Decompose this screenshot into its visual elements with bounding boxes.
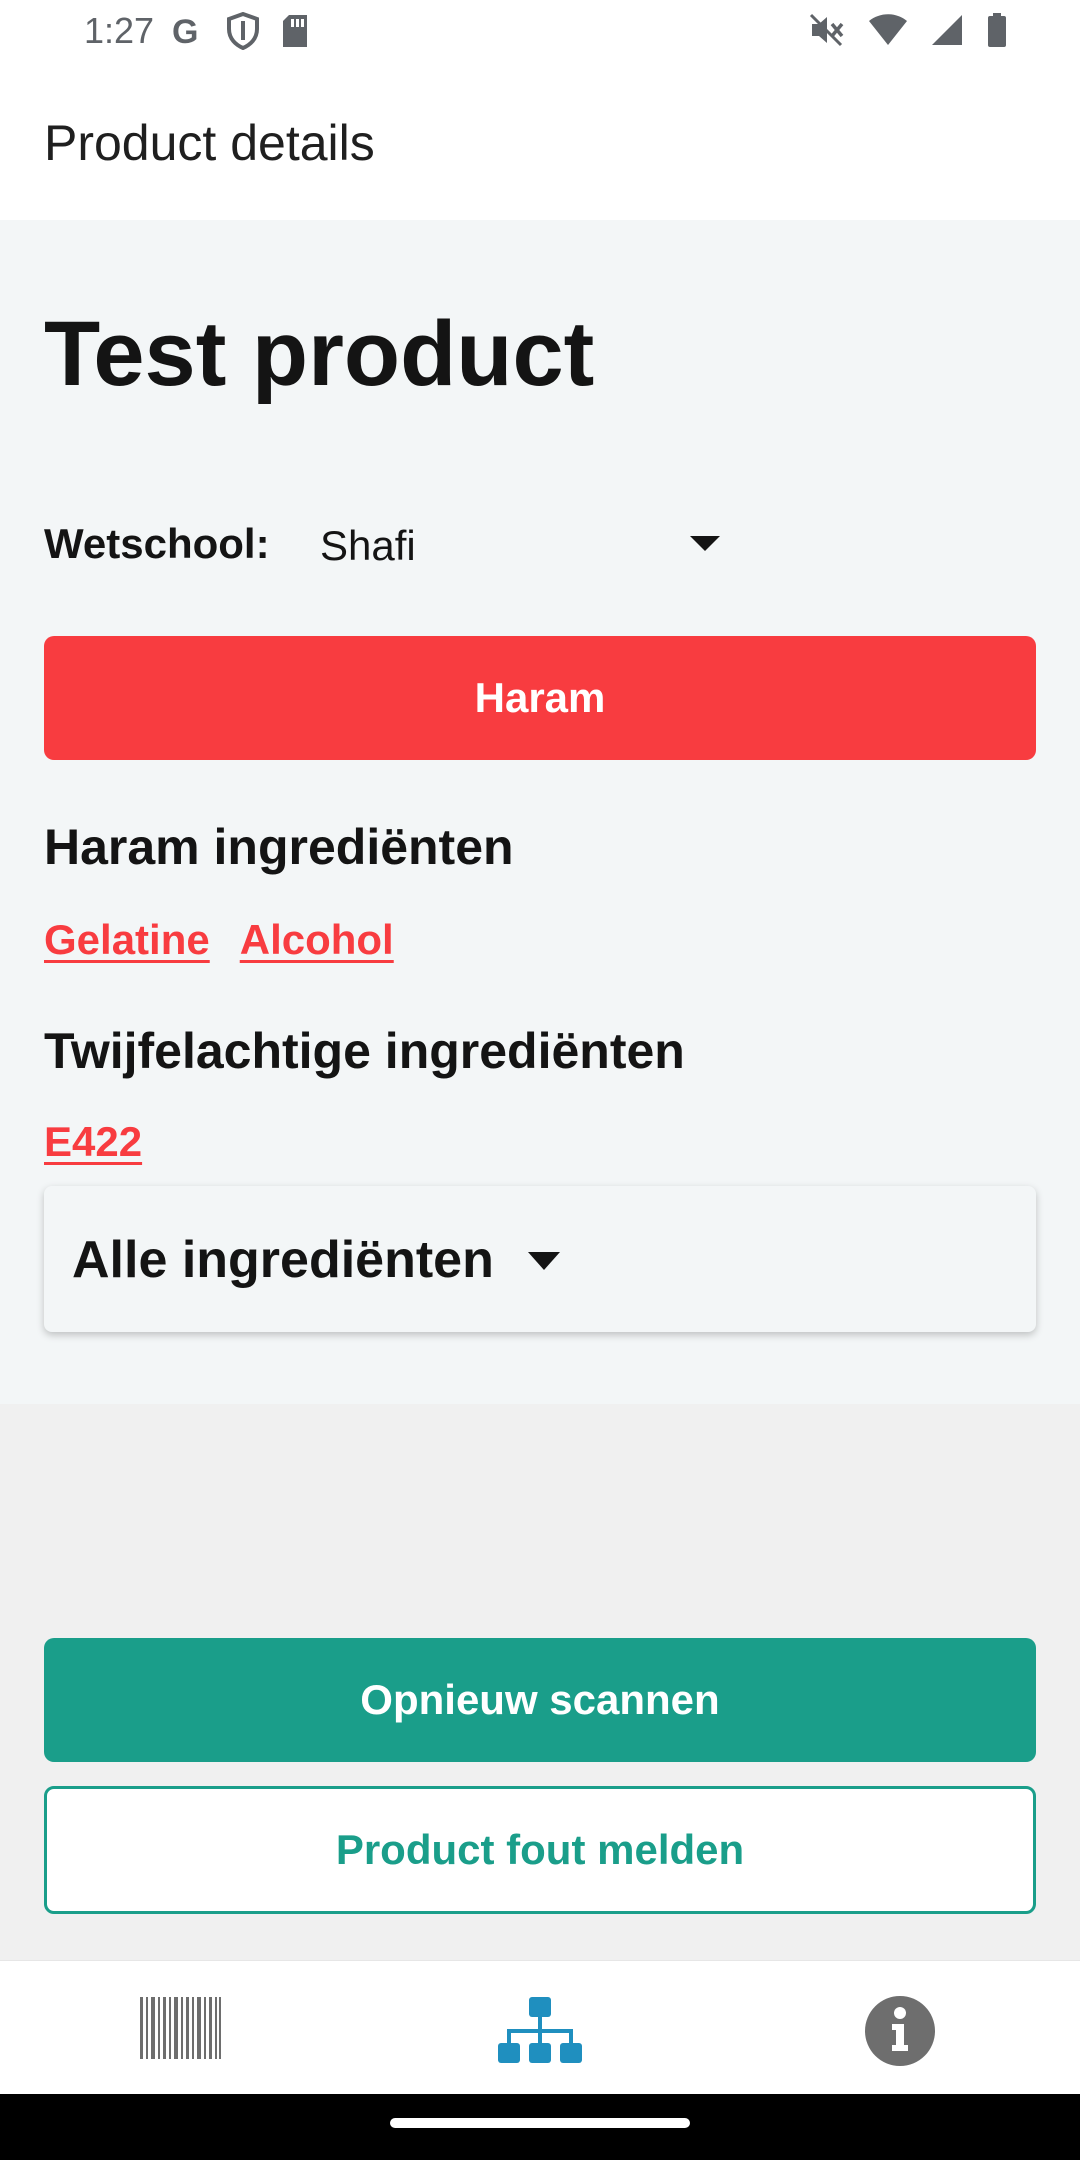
status-time: 1:27: [84, 10, 155, 51]
ingredient-link-alcohol[interactable]: Alcohol: [240, 916, 394, 964]
home-gesture-handle[interactable]: [390, 2118, 690, 2128]
nav-item-info[interactable]: [720, 1961, 1080, 2095]
page-title: Product details: [44, 115, 375, 171]
bottom-nav: [0, 1960, 1080, 2094]
barcode-icon: [140, 1997, 221, 2059]
sd-card-icon: [283, 15, 307, 47]
product-name: Test product: [44, 303, 595, 405]
svg-text:G: G: [172, 13, 198, 49]
verdict-badge: Haram: [44, 636, 1036, 760]
signal-icon: [932, 15, 962, 45]
wetschool-label: Wetschool:: [44, 520, 270, 567]
sitemap-icon: [498, 1997, 582, 2063]
wifi-icon: [869, 14, 907, 45]
gesture-bar: [0, 2094, 1080, 2160]
dropdown-arrow-icon: [690, 536, 720, 551]
product-details-panel: Test product Wetschool: Shafi Haram Hara…: [0, 220, 1080, 1404]
expand-arrow-icon: [528, 1252, 560, 1270]
battery-icon: [988, 13, 1006, 47]
rescan-button[interactable]: Opnieuw scannen: [44, 1638, 1036, 1762]
haram-ingredients-title: Haram ingrediënten: [44, 819, 514, 875]
all-ingredients-label: Alle ingrediënten: [72, 1231, 494, 1289]
google-icon: G: [172, 13, 198, 49]
ingredient-link-e422[interactable]: E422: [44, 1118, 142, 1166]
status-left-icons: G: [170, 12, 310, 50]
status-right-icons: [808, 12, 1008, 48]
haram-ingredients-list: Gelatine Alcohol: [44, 916, 394, 964]
doubtful-ingredients-title: Twijfelachtige ingrediënten: [44, 1023, 685, 1079]
status-bar: 1:27 G: [0, 0, 1080, 64]
shield-icon: [227, 12, 259, 50]
doubtful-ingredients-list: E422: [44, 1118, 142, 1166]
all-ingredients-expander[interactable]: Alle ingrediënten: [44, 1186, 1036, 1332]
wetschool-value: Shafi: [320, 522, 416, 569]
report-product-button[interactable]: Product fout melden: [44, 1786, 1036, 1914]
nav-item-scan[interactable]: [0, 1961, 360, 2095]
wetschool-row: Wetschool: Shafi: [44, 500, 744, 580]
ingredient-link-gelatine[interactable]: Gelatine: [44, 916, 210, 964]
wetschool-dropdown[interactable]: Shafi: [320, 500, 744, 580]
mute-icon: [809, 13, 844, 47]
app-bar: Product details: [0, 64, 1080, 220]
info-icon: [865, 1996, 935, 2066]
nav-item-categories[interactable]: [360, 1961, 720, 2095]
